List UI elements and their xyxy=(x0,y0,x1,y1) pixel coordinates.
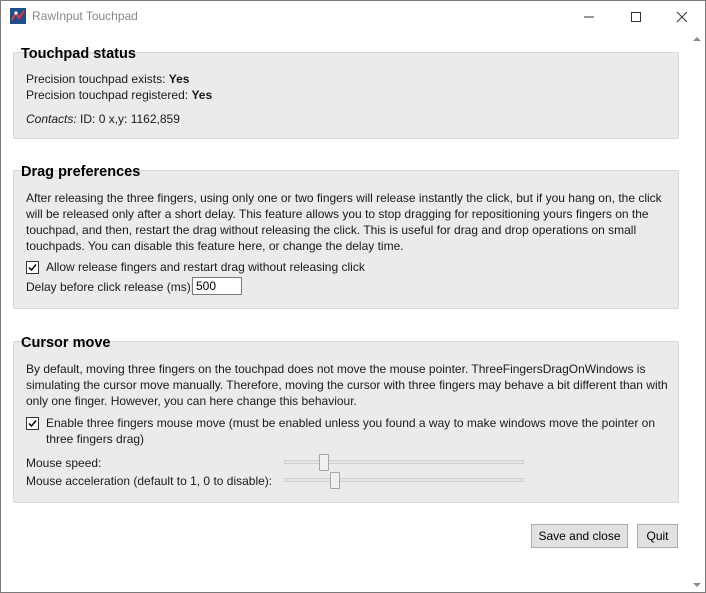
three-finger-move-checkbox[interactable] xyxy=(26,417,39,430)
minimize-icon xyxy=(584,16,594,18)
delay-label: Delay before click release (ms): xyxy=(26,280,195,294)
three-finger-move-label-line1: Enable three fingers mouse move (must be… xyxy=(46,416,656,430)
touchpad-registered-label: Precision touchpad registered: xyxy=(26,88,189,102)
scroll-up-icon[interactable] xyxy=(693,36,701,42)
drag-description: After releasing the three fingers, using… xyxy=(26,191,662,253)
release-restart-label[interactable]: Allow release fingers and restart drag w… xyxy=(46,259,365,275)
window-title: RawInput Touchpad xyxy=(32,9,138,23)
app-icon xyxy=(10,8,26,24)
three-finger-move-label-line2: three fingers drag) xyxy=(46,432,145,446)
save-and-close-button[interactable]: Save and close xyxy=(531,524,628,548)
minimize-button[interactable] xyxy=(566,1,612,32)
maximize-icon xyxy=(631,12,641,22)
close-button[interactable] xyxy=(659,1,705,32)
vertical-scrollbar[interactable] xyxy=(689,32,705,592)
mouse-acceleration-slider[interactable] xyxy=(284,472,524,489)
three-finger-move-label[interactable]: Enable three fingers mouse move (must be… xyxy=(46,415,672,447)
cursor-description: By default, moving three fingers on the … xyxy=(26,362,668,408)
mouse-acceleration-label: Mouse acceleration (default to 1, 0 to d… xyxy=(26,474,273,488)
cursor-move-title: Cursor move xyxy=(21,335,111,351)
close-icon xyxy=(676,11,688,23)
mouse-acceleration-thumb[interactable] xyxy=(330,472,340,489)
mouse-speed-thumb[interactable] xyxy=(318,454,329,471)
cursor-move-group: Cursor move By default, moving three fin… xyxy=(13,335,679,503)
main-content: Touchpad status Precision touchpad exist… xyxy=(1,32,689,592)
contacts-row: Contacts: ID: 0 x,y: 1162,859 xyxy=(26,111,180,127)
touchpad-status-title: Touchpad status xyxy=(21,46,136,62)
maximize-button[interactable] xyxy=(613,1,659,32)
checkmark-icon xyxy=(28,420,37,428)
drag-preferences-title: Drag preferences xyxy=(21,164,141,180)
drag-preferences-group: Drag preferences After releasing the thr… xyxy=(13,164,679,309)
delay-input[interactable] xyxy=(192,277,242,295)
mouse-speed-slider[interactable] xyxy=(284,454,524,471)
contacts-label: Contacts: xyxy=(26,112,77,126)
touchpad-exists-label: Precision touchpad exists: xyxy=(26,72,166,86)
contacts-value: ID: 0 x,y: 1162,859 xyxy=(80,112,180,126)
release-restart-checkbox[interactable] xyxy=(26,261,39,274)
mouse-speed-label: Mouse speed: xyxy=(26,456,102,470)
touchpad-registered-value: Yes xyxy=(191,88,213,102)
quit-button[interactable]: Quit xyxy=(637,524,678,548)
title-bar[interactable]: RawInput Touchpad xyxy=(1,1,705,32)
touchpad-exists-value: Yes xyxy=(168,72,190,86)
app-window: RawInput Touchpad Touchpad status Precis… xyxy=(0,0,706,593)
touchpad-registered-row: Precision touchpad registered: Yes xyxy=(26,87,212,103)
scroll-down-icon[interactable] xyxy=(693,582,701,588)
mouse-acceleration-track xyxy=(284,478,524,482)
touchpad-status-group: Touchpad status Precision touchpad exist… xyxy=(13,46,679,139)
touchpad-exists-row: Precision touchpad exists: Yes xyxy=(26,71,189,87)
checkmark-icon xyxy=(28,264,37,272)
